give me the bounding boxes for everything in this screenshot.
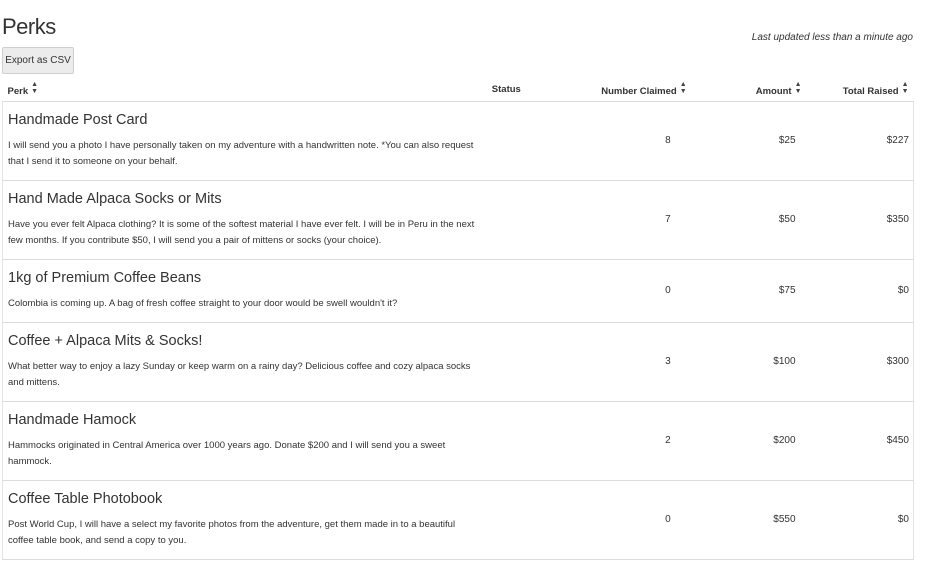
perk-total-raised: $350	[806, 180, 914, 260]
perk-number-claimed: 0	[586, 259, 692, 323]
perk-total-raised: $227	[806, 101, 914, 181]
perk-description: Have you ever felt Alpaca clothing? It i…	[8, 218, 475, 246]
last-updated-text: Last updated less than a minute ago	[751, 32, 913, 43]
perk-amount: $50	[691, 180, 807, 260]
column-header-label: Amount	[755, 85, 792, 97]
perks-table: Perk▲ ▼ Status Number Claimed▲ ▼ Amount▲ ▼ …	[1, 78, 914, 560]
perk-amount: $25	[691, 101, 807, 181]
column-header-status: Status	[486, 78, 587, 102]
perk-cell: 1kg of Premium Coffee Beans Colombia is c…	[1, 259, 487, 323]
perk-cell: Hand Made Alpaca Socks or Mits Have you e…	[1, 180, 487, 260]
column-header-label: Status	[491, 83, 521, 95]
sort-icon[interactable]: ▲ ▼	[31, 81, 38, 95]
perk-cell: Handmade Hamock Hammocks originated in Ce…	[1, 401, 487, 481]
column-header-label: Number Claimed	[601, 85, 677, 97]
perk-amount: $75	[691, 259, 807, 323]
sort-icon[interactable]: ▲ ▼	[680, 81, 687, 95]
column-header-number-claimed[interactable]: Number Claimed▲ ▼	[586, 78, 692, 102]
perk-name: Hand Made Alpaca Socks or Mits	[8, 190, 222, 207]
export-csv-button[interactable]: Export as CSV	[2, 47, 74, 74]
perk-amount: $200	[691, 401, 807, 481]
table-row: Handmade Hamock Hammocks originated in Ce…	[1, 401, 914, 481]
perk-description: Colombia is coming up. A bag of fresh co…	[8, 297, 398, 309]
perk-name: Handmade Hamock	[8, 411, 137, 428]
perk-description: Post World Cup, I will have a select my …	[8, 518, 456, 546]
perk-status	[486, 322, 587, 402]
perk-name: Coffee + Alpaca Mits & Socks!	[8, 332, 203, 349]
perk-status	[486, 101, 587, 181]
perk-description: What better way to enjoy a lazy Sunday o…	[8, 360, 471, 388]
column-header-total-raised[interactable]: Total Raised▲ ▼	[806, 78, 914, 102]
perk-total-raised: $300	[806, 322, 914, 402]
perk-amount: $550	[691, 480, 807, 560]
perk-total-raised: $0	[806, 259, 914, 323]
perk-total-raised: $450	[806, 401, 914, 481]
sort-icon[interactable]: ▲ ▼	[902, 81, 909, 95]
perk-status	[486, 259, 587, 323]
page-title: Perks	[2, 14, 56, 39]
perk-description: I will send you a photo I have personall…	[8, 139, 474, 167]
column-header-label: Perk	[7, 85, 29, 97]
perk-status	[486, 401, 587, 481]
perk-name: Coffee Table Photobook	[8, 490, 163, 507]
column-header-perk[interactable]: Perk▲ ▼	[2, 78, 487, 102]
table-row: Coffee + Alpaca Mits & Socks! What better…	[1, 322, 914, 402]
column-header-amount[interactable]: Amount▲ ▼	[691, 78, 807, 102]
perk-number-claimed: 7	[586, 180, 692, 260]
perk-number-claimed: 3	[586, 322, 692, 402]
perk-cell: Coffee Table Photobook Post World Cup, I …	[1, 480, 487, 560]
perk-name: Handmade Post Card	[8, 111, 148, 128]
perk-number-claimed: 2	[586, 401, 692, 481]
perk-name: 1kg of Premium Coffee Beans	[8, 269, 202, 286]
table-header-row: Perk▲ ▼ Status Number Claimed▲ ▼ Amount▲ ▼ …	[2, 78, 914, 102]
perk-number-claimed: 0	[586, 480, 692, 560]
perk-rows: Handmade Post Card I will send you a phot…	[1, 101, 914, 560]
perk-status	[486, 480, 587, 560]
perk-amount: $100	[691, 322, 807, 402]
table-row: 1kg of Premium Coffee Beans Colombia is c…	[1, 259, 914, 323]
table-row: Handmade Post Card I will send you a phot…	[1, 101, 914, 181]
perk-description: Hammocks originated in Central America o…	[8, 439, 446, 467]
perk-total-raised: $0	[806, 480, 914, 560]
table-row: Hand Made Alpaca Socks or Mits Have you e…	[1, 180, 914, 260]
perk-cell: Coffee + Alpaca Mits & Socks! What better…	[1, 322, 487, 402]
perk-cell: Handmade Post Card I will send you a phot…	[1, 101, 487, 181]
perk-status	[486, 180, 587, 260]
table-row: Coffee Table Photobook Post World Cup, I …	[1, 480, 914, 560]
sort-icon[interactable]: ▲ ▼	[795, 81, 802, 95]
column-header-label: Total Raised	[842, 85, 899, 97]
perk-number-claimed: 8	[586, 101, 692, 181]
